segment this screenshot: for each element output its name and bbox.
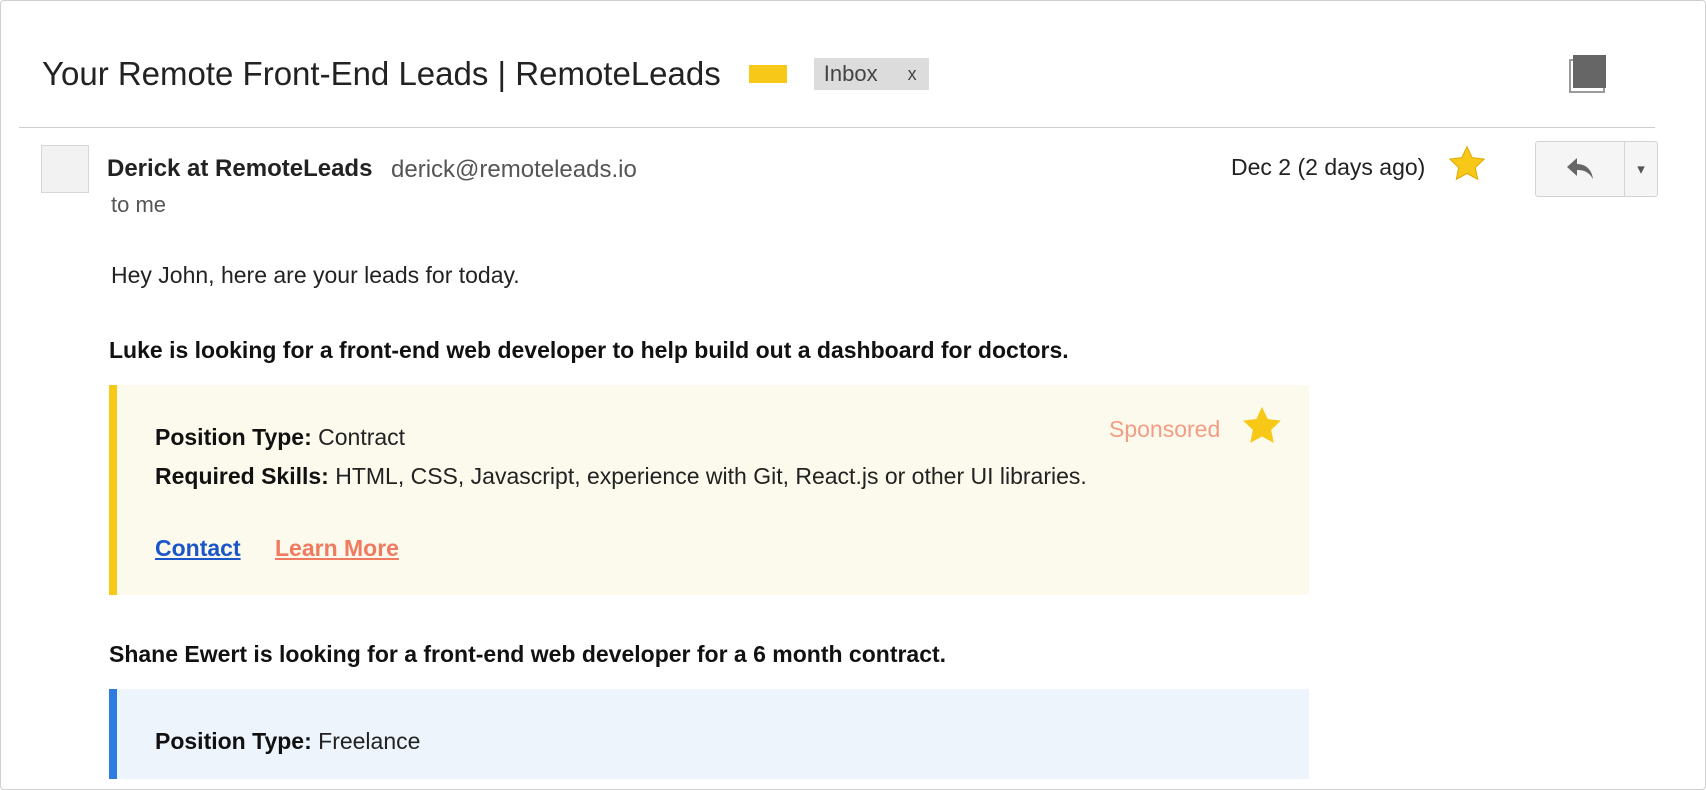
sponsored-label: Sponsored xyxy=(1109,416,1221,442)
learn-more-link[interactable]: Learn More xyxy=(275,535,399,562)
inbox-label: Inbox xyxy=(823,61,878,86)
email-date: Dec 2 (2 days ago) xyxy=(1231,154,1426,180)
inbox-label-chip[interactable]: Inbox x xyxy=(813,58,929,90)
star-icon[interactable] xyxy=(1447,144,1487,184)
email-subject: Your Remote Front-End Leads | RemoteLead… xyxy=(42,55,721,92)
reply-button-group: ▾ xyxy=(1535,141,1658,197)
remove-label-button[interactable]: x xyxy=(908,64,917,85)
lead-card-sponsored: Position Type: Contract Required Skills:… xyxy=(109,385,1309,595)
required-skills-field: Required Skills: HTML, CSS, Javascript, … xyxy=(155,463,1087,490)
sponsored-star-icon xyxy=(1243,406,1281,443)
reply-icon xyxy=(1567,158,1593,179)
email-greeting: Hey John, here are your leads for today. xyxy=(111,262,520,288)
lead-card: Position Type: Freelance xyxy=(109,689,1309,779)
field-value: Freelance xyxy=(318,728,421,754)
chevron-down-icon: ▾ xyxy=(1637,161,1645,178)
more-options-button[interactable]: ▾ xyxy=(1625,142,1657,196)
position-type-field: Position Type: Contract xyxy=(155,424,405,451)
avatar xyxy=(41,145,89,193)
sender-name: Derick at RemoteLeads xyxy=(107,155,373,182)
header-divider xyxy=(19,127,1655,128)
reply-button[interactable] xyxy=(1536,142,1625,196)
contact-link[interactable]: Contact xyxy=(155,535,241,562)
field-value: Contract xyxy=(318,424,406,450)
sender-email: derick@remoteleads.io xyxy=(391,156,637,183)
field-value: HTML, CSS, Javascript, experience with G… xyxy=(335,463,1087,489)
field-label: Required Skills: xyxy=(155,463,329,489)
recipient-label[interactable]: to me xyxy=(111,192,166,218)
email-view: Your Remote Front-End Leads | RemoteLead… xyxy=(0,0,1706,790)
print-icon[interactable] xyxy=(1568,53,1608,93)
position-type-field: Position Type: Freelance xyxy=(155,728,420,755)
field-label: Position Type: xyxy=(155,424,312,450)
field-label: Position Type: xyxy=(155,728,312,754)
lead-heading: Shane Ewert is looking for a front-end w… xyxy=(109,641,947,667)
label-tag-icon[interactable] xyxy=(748,65,787,83)
subject-row: Your Remote Front-End Leads | RemoteLead… xyxy=(42,53,929,95)
lead-heading: Luke is looking for a front-end web deve… xyxy=(109,337,1069,363)
